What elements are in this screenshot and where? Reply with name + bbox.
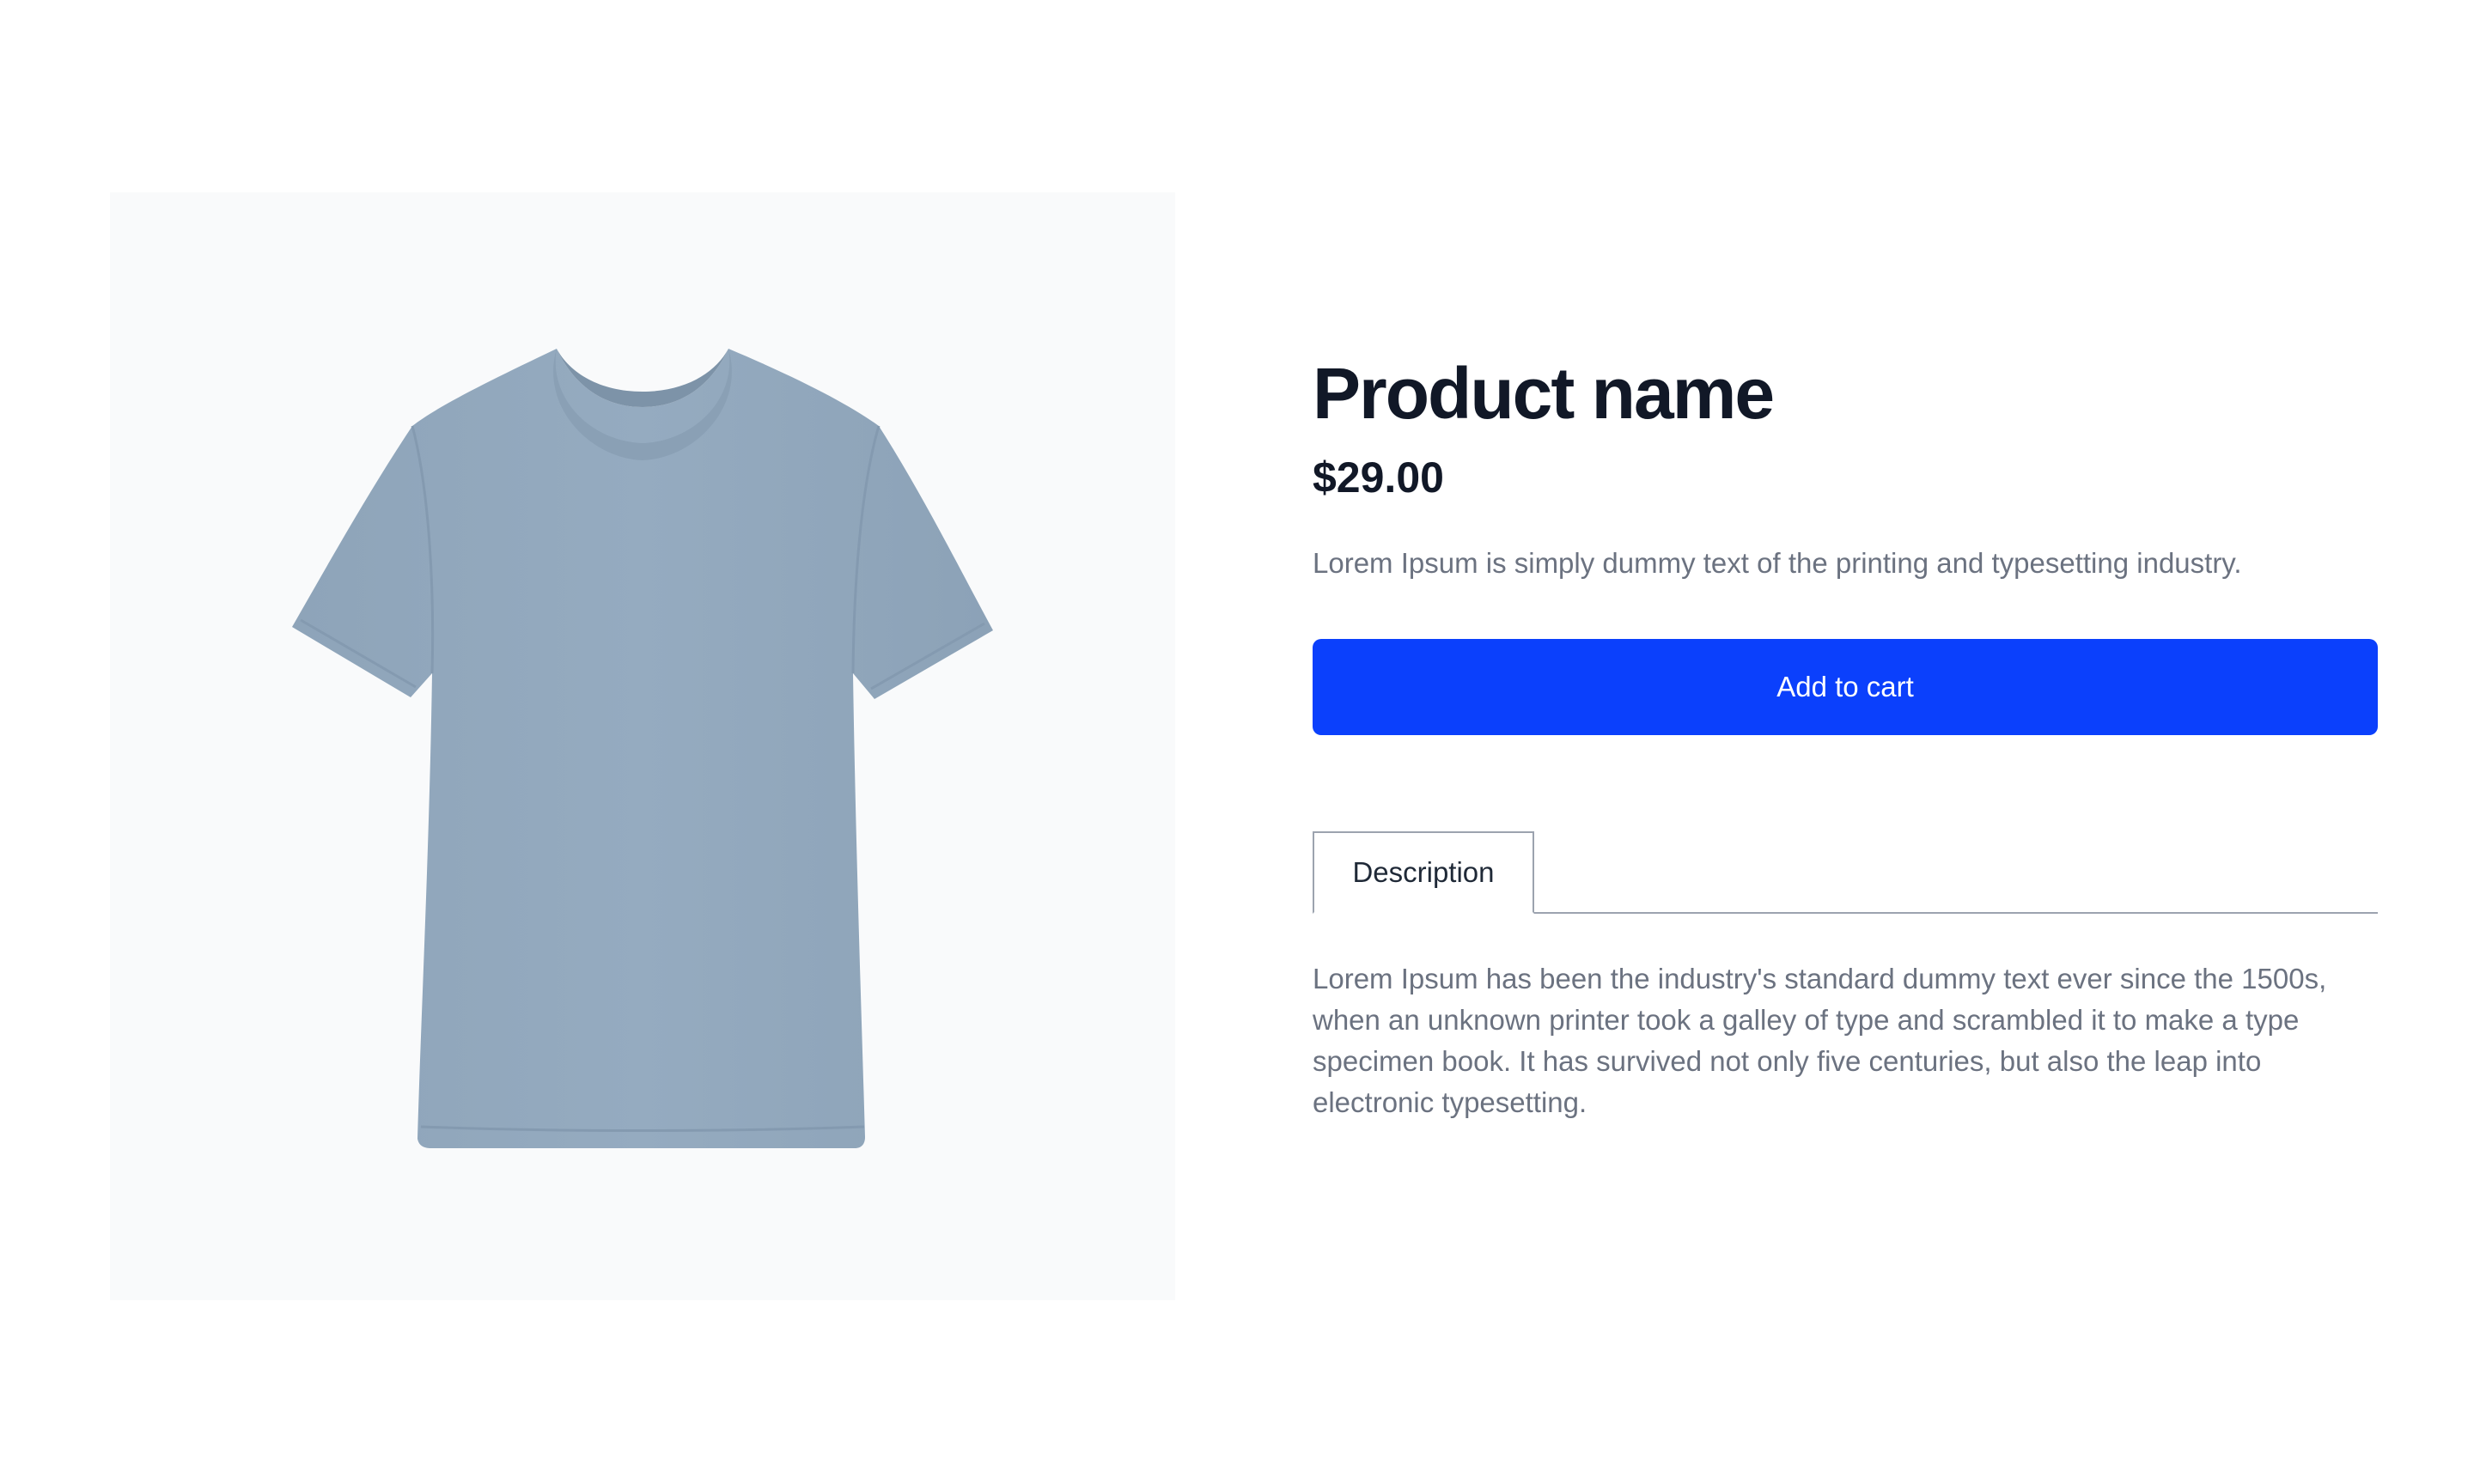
- product-price: $29.00: [1313, 453, 1444, 502]
- product-page: Product name $29.00 Lorem Ipsum is simpl…: [0, 0, 2474, 1484]
- product-image-panel: [110, 192, 1175, 1300]
- tab-description[interactable]: Description: [1313, 831, 1534, 914]
- add-to-cart-button[interactable]: Add to cart: [1313, 639, 2378, 735]
- product-title: Product name: [1313, 353, 1775, 434]
- tab-bar: Description: [1313, 831, 2378, 914]
- description-text: Lorem Ipsum has been the industry's stan…: [1313, 963, 2327, 1118]
- product-info: Product name $29.00 Lorem Ipsum is simpl…: [1313, 344, 2378, 1123]
- t-shirt-image: [292, 349, 993, 1148]
- product-short-description: Lorem Ipsum is simply dummy text of the …: [1313, 547, 2242, 579]
